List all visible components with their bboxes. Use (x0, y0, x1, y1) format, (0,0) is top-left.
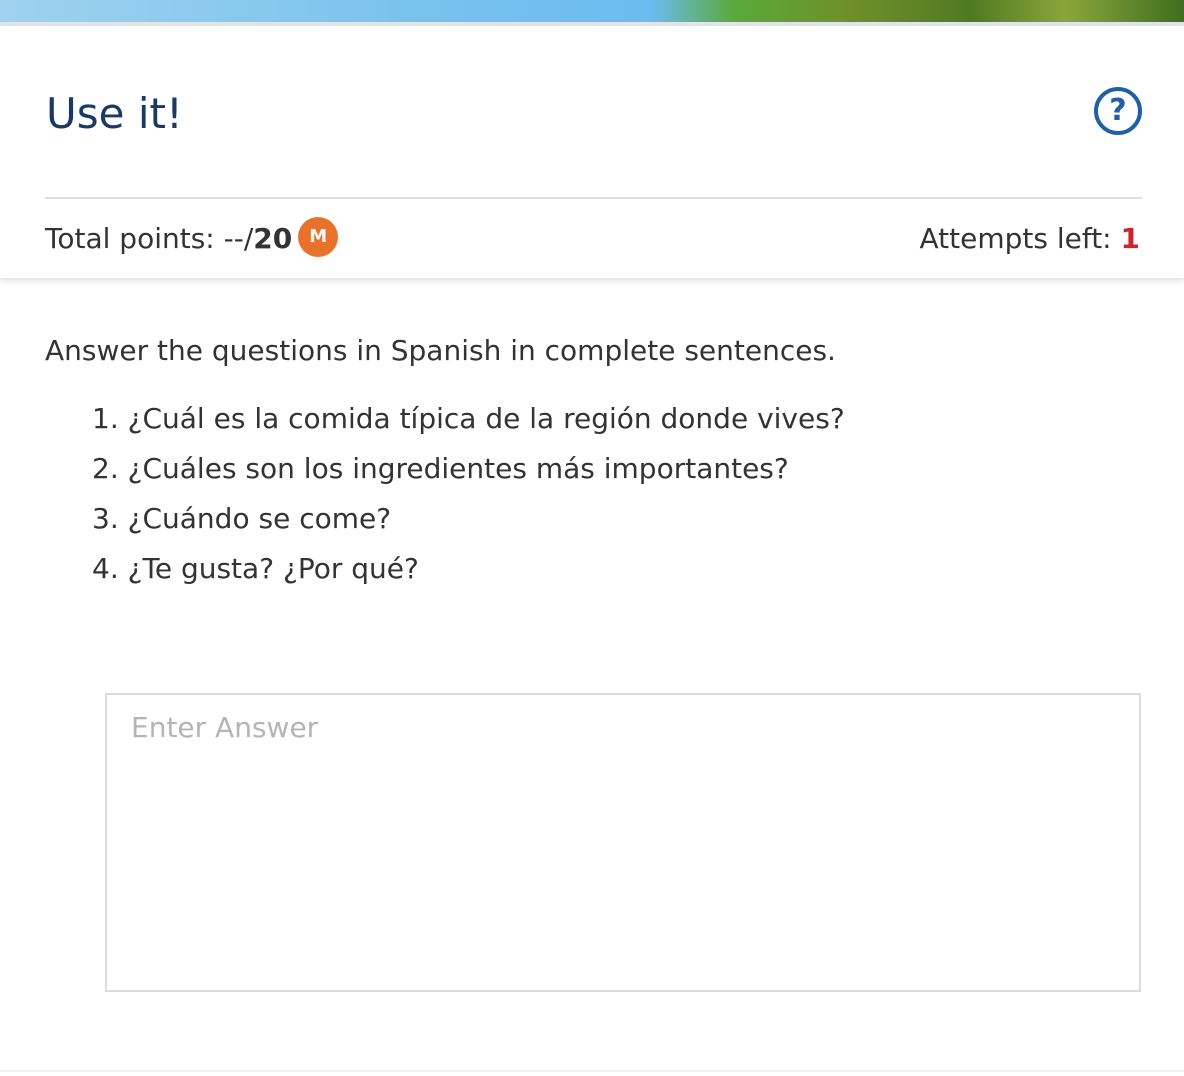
question-item: 2. ¿Cuáles son los ingredientes más impo… (92, 452, 789, 485)
manual-grading-badge: M (298, 217, 339, 257)
answer-textarea[interactable] (105, 693, 1141, 992)
attempts-count: 1 (1120, 222, 1140, 255)
attempts-left: Attempts left: 1 (919, 218, 1140, 260)
question-item: 3. ¿Cuándo se come? (92, 502, 392, 535)
total-points-label: Total points: --/ (45, 222, 254, 255)
question-item: 1. ¿Cuál es la comida típica de la regió… (92, 402, 845, 435)
attempts-label: Attempts left: (919, 222, 1121, 255)
total-points-max: 20 (253, 222, 293, 255)
header-divider (45, 197, 1142, 199)
question-list: 1. ¿Cuál es la comida típica de la regió… (92, 394, 845, 594)
activity-header: Use it! ? Total points: --/20 M Attempts … (0, 26, 1184, 278)
footer-divider (0, 1070, 1184, 1072)
top-banner-image (0, 0, 1184, 22)
total-points: Total points: --/20 M (45, 217, 339, 260)
instruction-text: Answer the questions in Spanish in compl… (45, 334, 836, 367)
question-circle-icon[interactable]: ? (1094, 87, 1142, 135)
question-item: 4. ¿Te gusta? ¿Por qué? (92, 552, 419, 585)
page-title: Use it! (46, 89, 183, 138)
